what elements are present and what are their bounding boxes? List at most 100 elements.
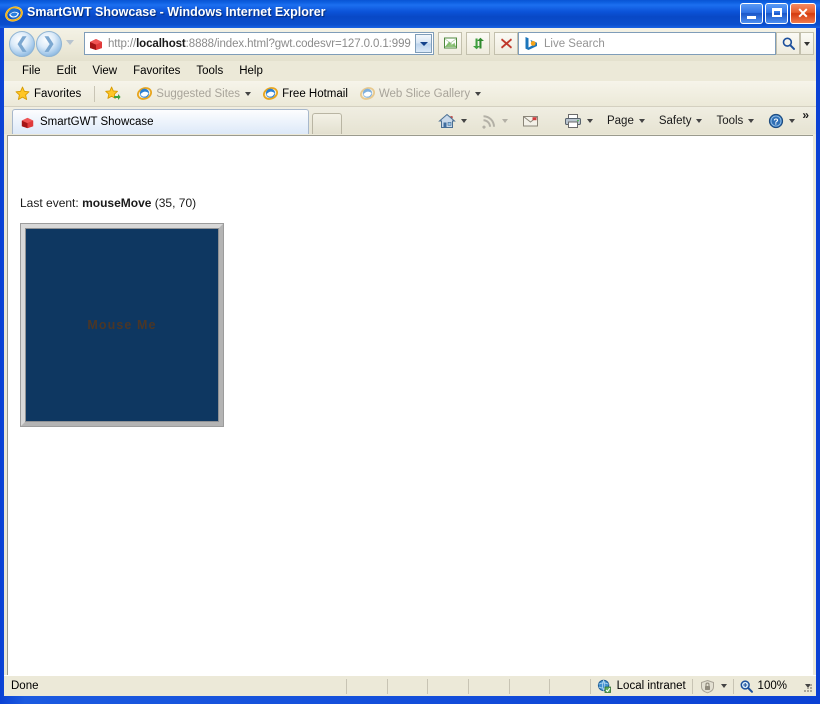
chevron-down-icon[interactable] [245,91,252,96]
mouse-me-canvas[interactable]: Mouse Me [21,224,223,426]
status-divider [467,678,469,694]
status-text: Done [11,680,39,692]
suggested-sites-button[interactable]: Suggested Sites [134,84,254,103]
ie-icon [263,86,279,101]
free-hotmail-button[interactable]: Free Hotmail [260,84,351,103]
search-placeholder: Live Search [544,37,605,50]
globe-icon [597,679,612,694]
tab-smartgwt-showcase[interactable]: SmartGWT Showcase [12,109,309,134]
internet-explorer-icon [5,5,23,23]
command-bar-overflow-button[interactable]: » [799,108,812,122]
smartgwt-page-icon [88,36,104,52]
tools-menu-label: Tools [716,114,744,127]
print-button[interactable] [560,110,597,132]
smartgwt-page-icon [20,115,35,130]
page-viewport: Last event: mouseMove (35, 70) Mouse Me [7,135,813,675]
safety-menu-button[interactable]: Safety [655,112,707,130]
tools-menu-button[interactable]: Tools [712,112,758,130]
status-divider [386,678,388,694]
mouse-me-label: Mouse Me [87,318,157,332]
search-input[interactable]: Live Search [518,32,776,55]
chevron-down-icon[interactable] [501,118,508,123]
resize-grip[interactable] [802,682,814,694]
menu-item-tools[interactable]: Tools [188,63,231,79]
chevron-down-icon[interactable] [720,684,727,688]
menu-item-edit[interactable]: Edit [49,63,85,79]
minimize-button[interactable] [740,3,763,24]
status-divider [427,678,429,694]
status-divider [346,678,347,694]
ie-icon [359,86,375,101]
chevron-down-icon[interactable] [638,118,645,123]
search-icon[interactable] [776,32,800,55]
navigation-bar: ❮ ❯ http://localhost:8888/index.html?gwt… [4,28,816,61]
menu-item-favorites[interactable]: Favorites [125,63,188,79]
chevron-down-icon[interactable] [460,118,467,123]
new-tab-button[interactable] [312,113,342,134]
maximize-button[interactable] [765,3,788,24]
bing-icon [523,36,540,51]
security-zone-indicator[interactable]: Local intranet [591,679,692,694]
back-button[interactable]: ❮ [9,31,35,57]
last-event-name: mouseMove [82,196,152,210]
favorites-bar: Favorites Suggested Sites Free Hotmail W… [4,81,816,107]
menu-bar: File Edit View Favorites Tools Help [4,61,816,81]
refresh-icon[interactable] [466,32,490,55]
chevron-down-icon[interactable] [475,91,482,96]
chevron-down-icon[interactable] [748,118,755,123]
home-button[interactable] [434,110,471,132]
search-options-chevron-down-icon[interactable] [800,32,814,55]
compatibility-view-icon[interactable] [438,32,462,55]
help-menu-button[interactable]: ? [764,110,799,132]
zoom-icon [739,679,754,694]
close-button[interactable]: ✕ [790,3,816,24]
chevron-down-icon[interactable] [696,118,703,123]
chevron-down-icon[interactable] [586,118,593,123]
web-slice-gallery-label: Web Slice Gallery [378,87,471,100]
menu-item-file[interactable]: File [14,63,49,79]
forward-button[interactable]: ❯ [36,31,62,57]
page-menu-label: Page [606,114,634,127]
address-text: http://localhost:8888/index.html?gwt.cod… [108,37,411,50]
web-slice-gallery-button[interactable]: Web Slice Gallery [357,84,484,103]
last-event-status: Last event: mouseMove (35, 70) [20,196,196,210]
chevron-down-icon[interactable] [789,118,796,123]
window-controls: ✕ [740,3,816,24]
zoom-level-label: 100% [757,680,787,692]
menu-item-view[interactable]: View [84,63,125,79]
address-dropdown-chevron-down-icon[interactable] [415,34,432,53]
page-menu-button[interactable]: Page [603,112,649,130]
security-zone-label: Local intranet [616,680,686,692]
status-bar: Done Local intranet 100% [4,675,816,696]
favorites-label: Favorites [34,87,82,100]
security-lock-icon [699,679,716,694]
safety-menu-label: Safety [658,114,692,127]
svg-text:?: ? [774,116,779,126]
tab-label: SmartGWT Showcase [40,116,154,128]
protected-mode-indicator[interactable] [693,679,733,694]
forward-arrow-icon: ❯ [42,35,56,52]
recent-pages-chevron-down-icon[interactable] [66,40,74,45]
last-event-coords: (35, 70) [154,196,197,210]
read-mail-button[interactable] [518,111,554,131]
address-bar[interactable]: http://localhost:8888/index.html?gwt.cod… [84,32,434,55]
back-arrow-icon: ❮ [15,35,29,52]
suggested-sites-label: Suggested Sites [156,87,241,100]
feeds-button[interactable] [477,110,512,132]
browser-window: SmartGWT Showcase - Windows Internet Exp… [0,0,820,704]
command-bar: Page Safety Tools ? » [434,107,816,134]
favorites-button[interactable]: Favorites [12,84,84,103]
ie-icon [137,86,153,101]
title-bar: SmartGWT Showcase - Windows Internet Exp… [0,0,820,28]
star-add-icon [105,86,121,101]
last-event-label: Last event: [20,196,79,210]
status-divider [508,678,510,694]
add-to-favorites-bar-button[interactable] [102,84,128,103]
window-title: SmartGWT Showcase - Windows Internet Exp… [27,5,326,19]
status-divider [549,678,551,694]
client-area: ❮ ❯ http://localhost:8888/index.html?gwt… [4,28,816,696]
free-hotmail-label: Free Hotmail [282,87,348,100]
menu-item-help[interactable]: Help [231,63,271,79]
stop-icon[interactable] [494,32,518,55]
favorites-separator [94,85,96,102]
